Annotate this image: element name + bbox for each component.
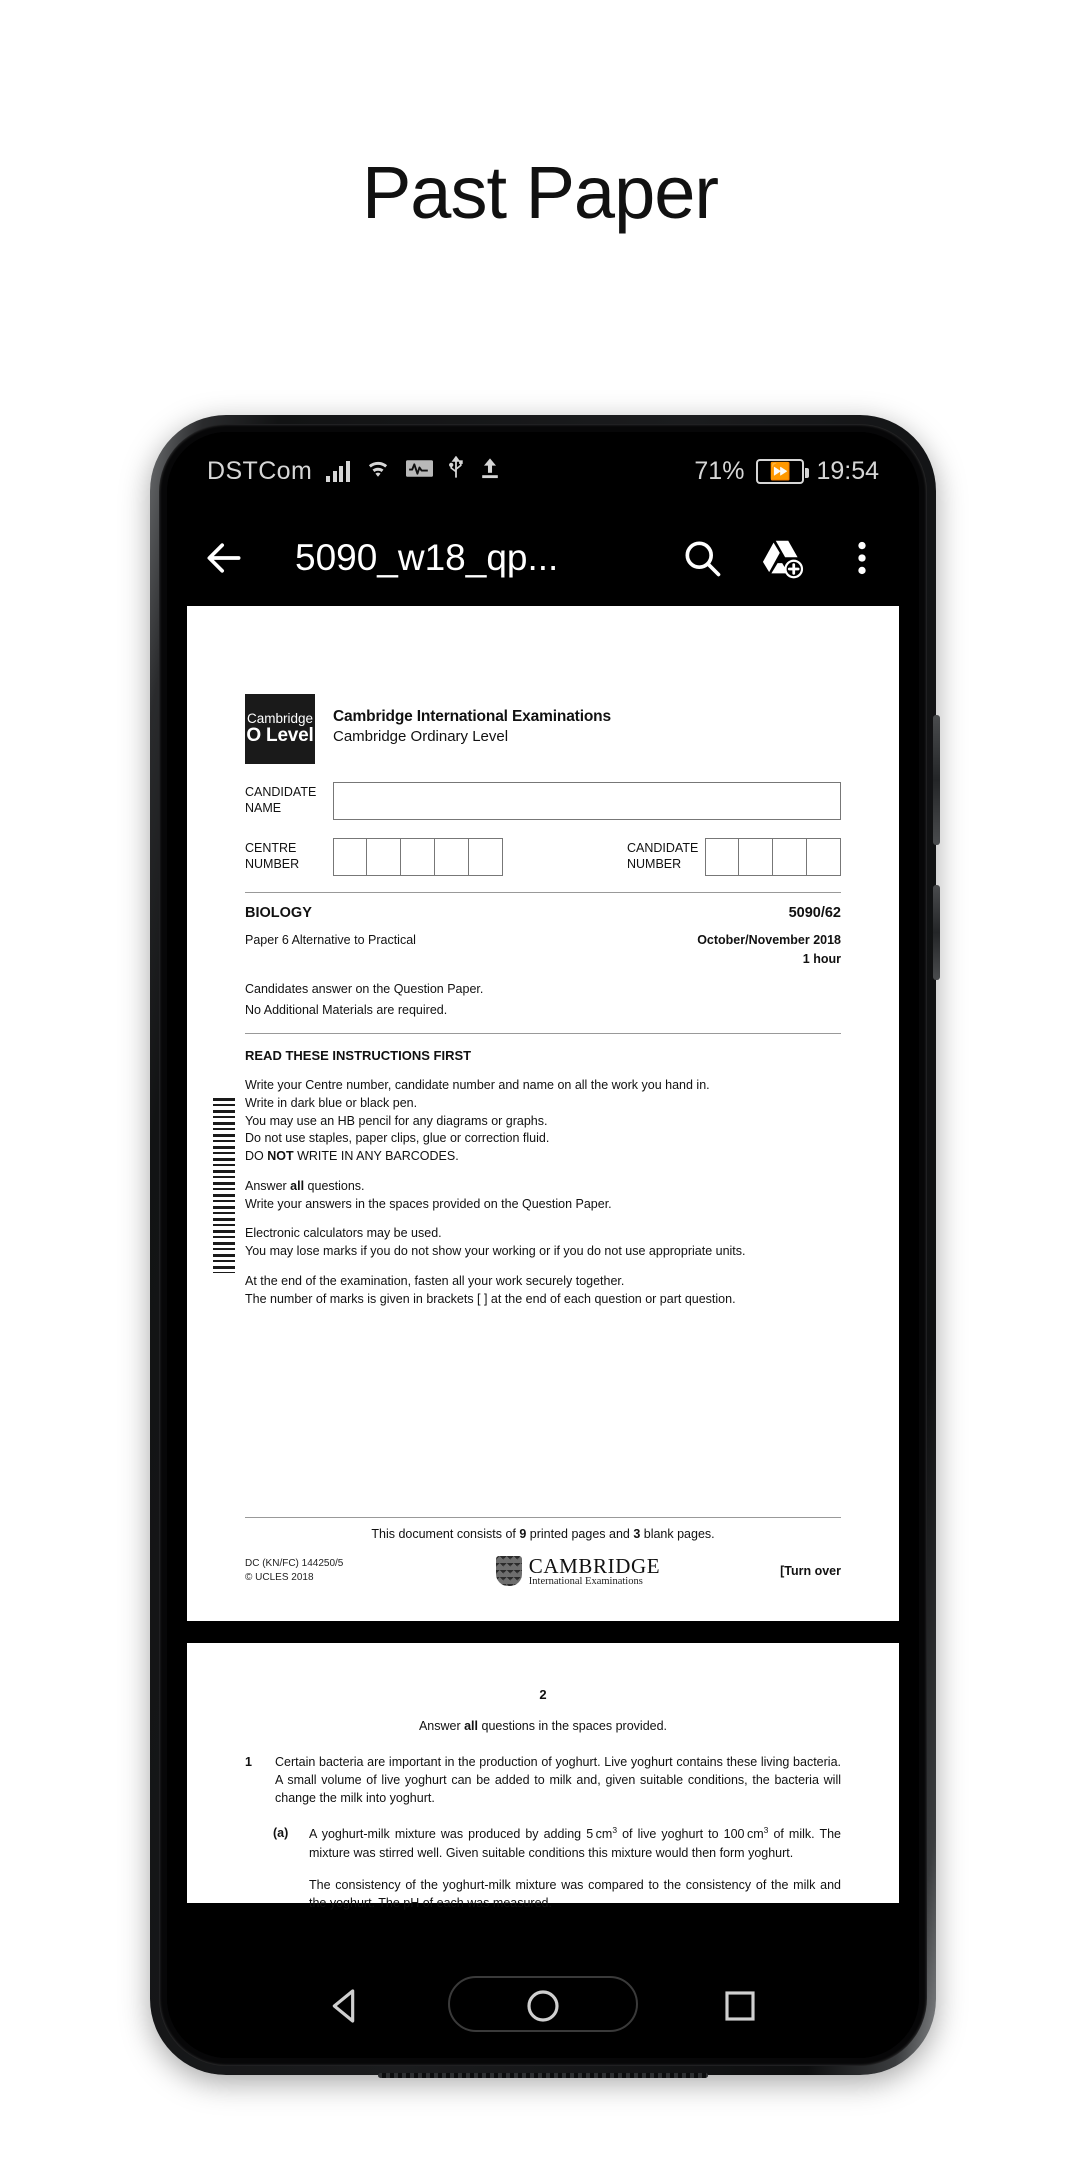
data-activity-icon (405, 457, 433, 486)
divider-mid (245, 1033, 841, 1034)
divider-top (245, 892, 841, 893)
org-subtitle: Cambridge Ordinary Level (333, 728, 509, 745)
footer-divider (245, 1517, 841, 1518)
upload-icon (479, 456, 501, 487)
page-title: Past Paper (361, 151, 719, 234)
pdf-page-1: Cambridge O Level Cambridge Internationa… (187, 606, 899, 1621)
session-label: October/November 2018 (697, 933, 841, 947)
barcode-strip (213, 1098, 235, 1273)
pdf-viewer[interactable]: Cambridge O Level Cambridge Internationa… (167, 606, 919, 1954)
signal-icon (326, 460, 350, 482)
phone-screen: DSTCom 71% ⏩ 19:54 5090_w18_qp... Cambri… (167, 432, 919, 2058)
clock-label: 19:54 (816, 456, 879, 485)
question-1a: (a) A yoghurt-milk mixture was produced … (245, 1824, 841, 1912)
instruction-line: At the end of the examination, fasten al… (245, 1273, 625, 1288)
instruction-line: You may lose marks if you do not show yo… (245, 1244, 746, 1258)
instruction-line: The number of marks is given in brackets… (245, 1291, 736, 1306)
volume-button[interactable] (933, 715, 940, 845)
materials-note: No Additional Materials are required. (245, 1003, 448, 1017)
logo-line-1: Cambridge (246, 710, 314, 726)
logo-line-2: O Level (246, 725, 314, 747)
battery-percent-label: 71% (694, 456, 745, 485)
candidate-name-field[interactable] (333, 782, 841, 820)
page-count-note: This document consists of 9 printed page… (371, 1527, 715, 1541)
carrier-label: DSTCom (207, 456, 313, 485)
instructions-block-1: Write your Centre number, candidate numb… (245, 1077, 841, 1308)
candidate-name-row: CANDIDATE NAME (245, 782, 841, 820)
pdf-page-2: 2 Answer all questions in the spaces pro… (187, 1643, 899, 1910)
paper-row: Paper 6 Alternative to Practical October… (245, 933, 841, 947)
instruction-line: Do not use staples, paper clips, glue or… (245, 1131, 550, 1146)
instruction-line: You may use an HB pencil for any diagram… (245, 1113, 548, 1128)
instruction-line-barcodes: DO NOT WRITE IN ANY BARCODES. (245, 1149, 459, 1163)
candidate-number-cells[interactable] (705, 838, 841, 876)
cambridge-footer-logo: CAMBRIDGE International Examinations (425, 1554, 731, 1587)
duration-label: 1 hour (802, 952, 841, 966)
phone-bezel: DSTCom 71% ⏩ 19:54 5090_w18_qp... Cambri… (159, 424, 927, 2066)
centre-number-label: CENTRE NUMBER (245, 841, 300, 871)
add-to-drive-icon[interactable] (759, 535, 805, 581)
instruction-line: Write your Centre number, candidate numb… (245, 1078, 710, 1092)
question-1: 1 Certain bacteria are important in the … (245, 1753, 841, 1807)
candidate-number-label: CANDIDATE NUMBER (627, 841, 699, 871)
status-bar: DSTCom 71% ⏩ 19:54 (167, 432, 919, 510)
dc-code: DC (KN/FC) 144250/5 © UCLES 2018 (245, 1558, 344, 1583)
power-button[interactable] (933, 885, 940, 980)
page-number: 2 (539, 1687, 547, 1702)
subject-label: BIOLOGY (245, 905, 312, 921)
wifi-icon (364, 457, 392, 486)
org-title: Cambridge International Examinations (333, 708, 611, 725)
back-arrow-icon[interactable] (201, 535, 247, 581)
numbers-row: CENTRE NUMBER CANDIDATE NUMBER (245, 838, 841, 876)
recents-square-icon[interactable] (717, 1983, 763, 2029)
instructions-title: READ THESE INSTRUCTIONS FIRST (245, 1048, 472, 1063)
part-text-1: A yoghurt-milk mixture was produced by a… (309, 1825, 841, 1860)
instruction-line: Write your answers in the spaces provide… (245, 1196, 612, 1211)
turn-over-label: [Turn over (780, 1563, 841, 1578)
cambridge-wordmark-sub: International Examinations (528, 1576, 643, 1587)
part-text-2: The consistency of the yoghurt-milk mixt… (309, 1877, 841, 1910)
page-1-footer: This document consists of 9 printed page… (245, 1517, 841, 1587)
instruction-line: Write in dark blue or black pen. (245, 1095, 418, 1110)
subject-row: BIOLOGY 5090/62 (245, 905, 841, 921)
answer-note: Candidates answer on the Question Paper. (245, 982, 484, 996)
app-toolbar: 5090_w18_qp... (167, 510, 919, 606)
cambridge-crest-icon (495, 1555, 522, 1586)
paper-label: Paper 6 Alternative to Practical (245, 933, 416, 947)
phone-device: DSTCom 71% ⏩ 19:54 5090_w18_qp... Cambri… (150, 415, 940, 2078)
candidate-name-label: CANDIDATE NAME (245, 785, 317, 815)
usb-icon (447, 455, 465, 487)
back-triangle-icon[interactable] (323, 1983, 369, 2029)
paper-code-label: 5090/62 (788, 905, 841, 921)
overflow-menu-icon[interactable] (839, 535, 885, 581)
question-number: 1 (245, 1755, 252, 1769)
document-title: 5090_w18_qp... (295, 537, 559, 578)
speaker-grille (378, 2073, 708, 2078)
cambridge-o-level-logo: Cambridge O Level (245, 694, 315, 764)
search-icon[interactable] (679, 535, 725, 581)
page-2-subheading: Answer all questions in the spaces provi… (418, 1719, 668, 1733)
battery-icon: ⏩ (756, 458, 810, 484)
page-gap (167, 1621, 919, 1643)
centre-number-cells[interactable] (333, 838, 503, 876)
instruction-line-answer-all: Answer all questions. (245, 1178, 365, 1193)
question-text: Certain bacteria are important in the pr… (275, 1755, 841, 1806)
home-button-outline[interactable] (448, 1976, 638, 2032)
instruction-line: Electronic calculators may be used. (245, 1226, 442, 1241)
part-label: (a) (273, 1826, 289, 1841)
exam-board-header: Cambridge O Level Cambridge Internationa… (245, 694, 841, 764)
